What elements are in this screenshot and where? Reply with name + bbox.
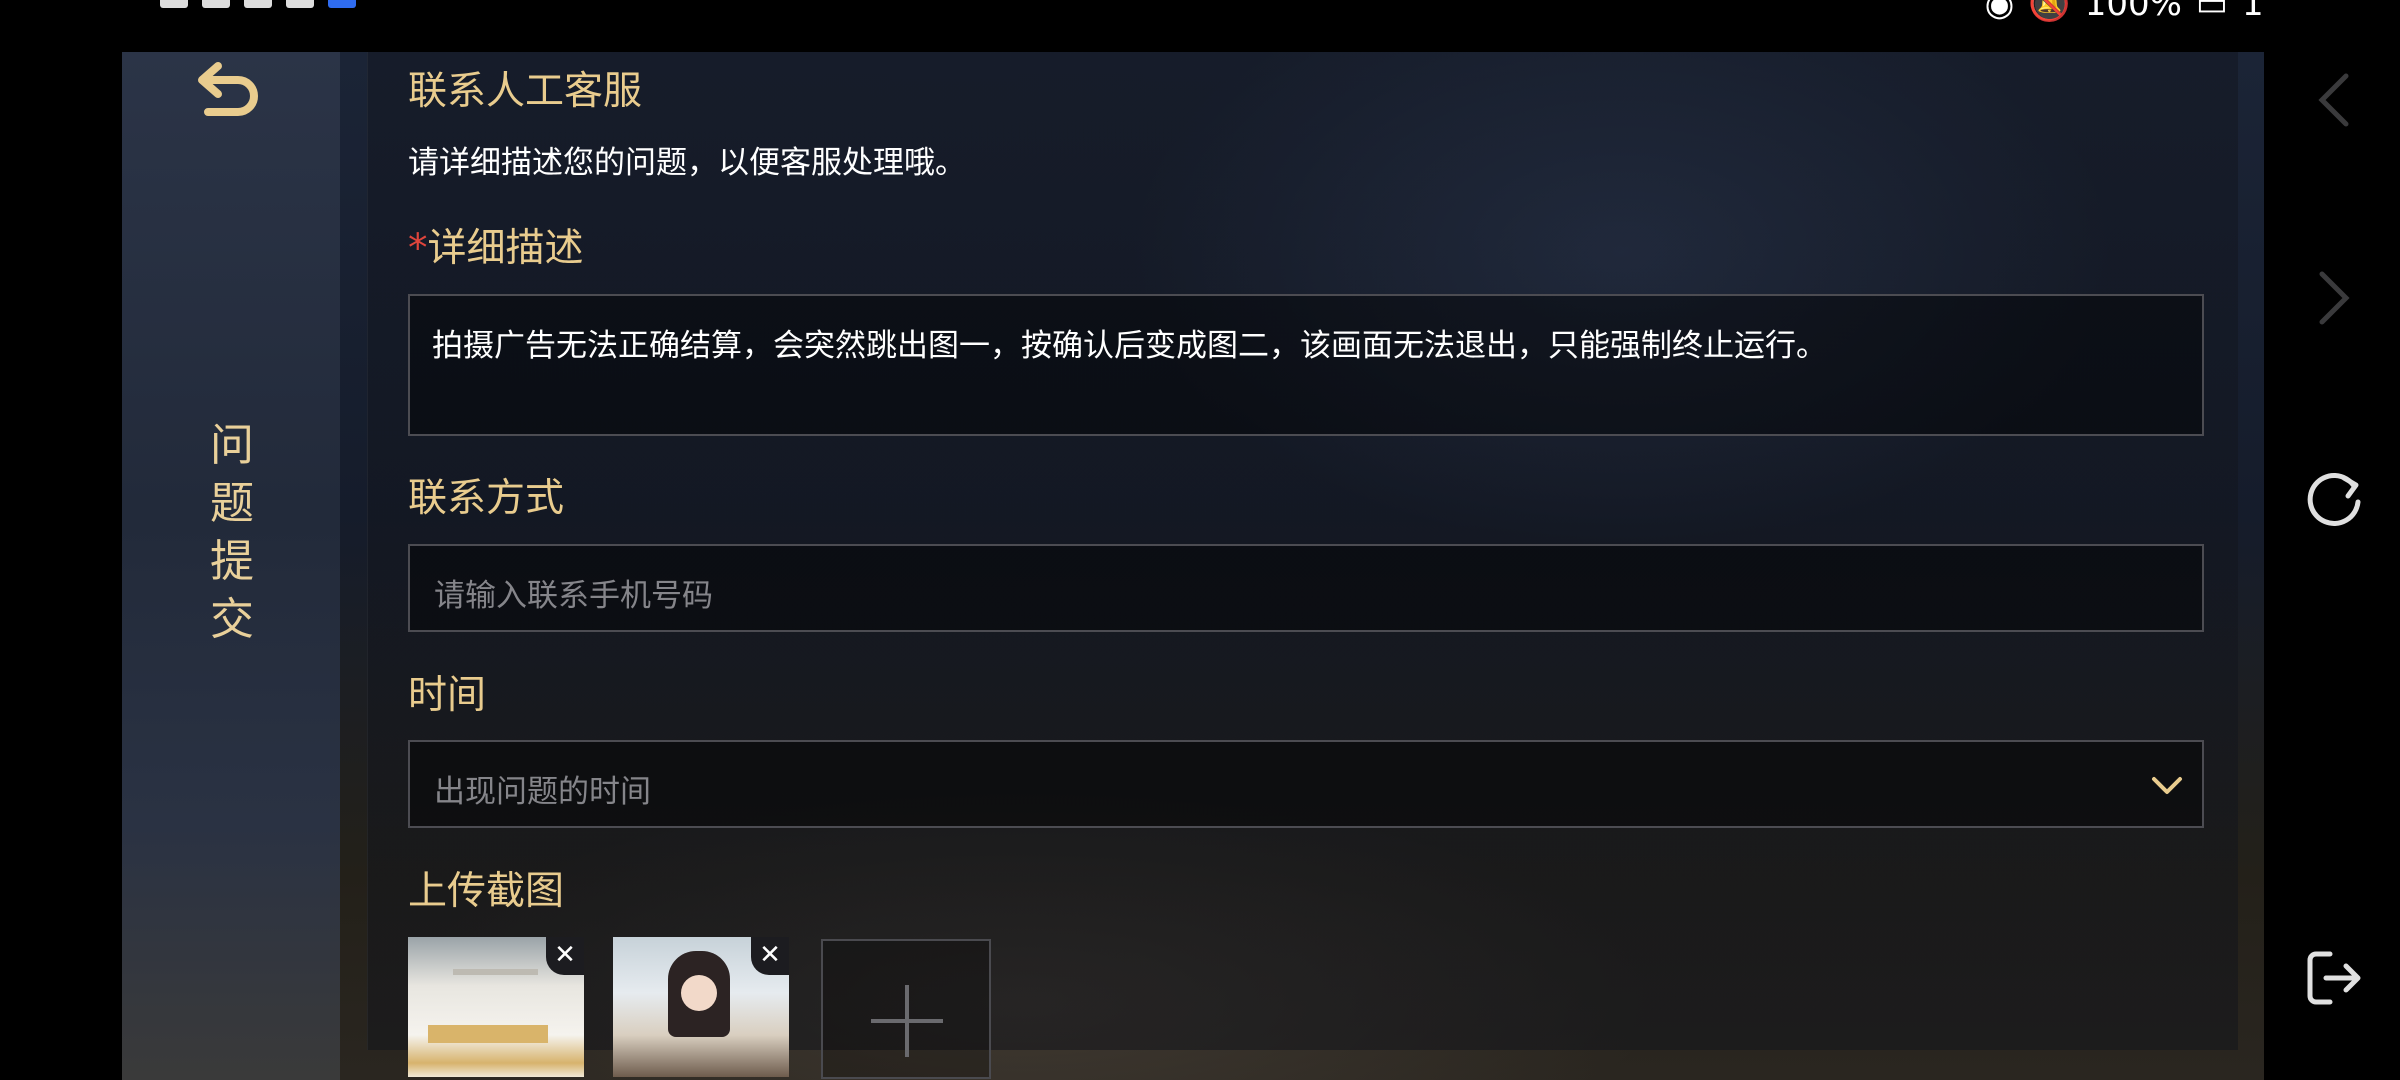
refresh-button[interactable] [2304, 468, 2364, 528]
page-description: 请详细描述您的问题，以便客服处理哦。 [408, 145, 966, 181]
chevron-left-icon [2318, 73, 2349, 127]
badge-icon [328, 0, 356, 8]
remove-screenshot-button[interactable]: ✕ [751, 937, 789, 975]
time-placeholder: 出现问题的时间 [434, 774, 651, 810]
sidebar-title-char: 题 [210, 478, 254, 529]
contact-label: 联系方式 [408, 476, 565, 521]
detail-label-text: 详细描述 [427, 226, 584, 271]
status-icons-left [160, 0, 356, 8]
mute-bell-icon: 🔕 [2028, 0, 2071, 24]
contact-placeholder: 请输入联系手机号码 [434, 578, 713, 614]
chevron-right-icon [2319, 271, 2350, 325]
thumbnail-content [428, 1025, 548, 1043]
form-panel: 联系人工客服 请详细描述您的问题，以便客服处理哦。 *详细描述 拍摄广告无法正确… [367, 52, 2238, 1079]
sidebar-title-char: 问 [210, 420, 254, 471]
battery-icon: ▭ [2195, 0, 2229, 24]
sidebar-title-char: 交 [210, 594, 254, 645]
prev-button[interactable] [2304, 70, 2364, 130]
sidebar-title: 问 题 提 交 [202, 417, 262, 649]
screenshot-thumbnail-2[interactable]: ✕ [613, 937, 789, 1077]
upload-label: 上传截图 [408, 869, 565, 914]
app-window: 问 题 提 交 联系人工客服 请详细描述您的问题，以便客服处理哦。 *详细描述 … [122, 52, 2264, 1080]
sim-icon [160, 0, 188, 8]
exit-button[interactable] [2304, 948, 2364, 1008]
screenshot-thumbnail-1[interactable]: ✕ [408, 937, 584, 1077]
next-button[interactable] [2304, 268, 2364, 328]
battery-percent: 100% [2084, 0, 2182, 24]
page-title: 联系人工客服 [408, 69, 643, 114]
time-label: 时间 [408, 673, 487, 718]
remove-screenshot-button[interactable]: ✕ [546, 937, 584, 975]
eye-icon: ◉ [1984, 0, 2015, 24]
thumbnail-content [681, 975, 717, 1011]
time-select[interactable]: 出现问题的时间 [408, 740, 2204, 828]
app-notification-icon [286, 0, 314, 8]
sidebar: 问 题 提 交 [122, 52, 340, 1080]
refresh-icon [2307, 472, 2361, 526]
contact-phone-input[interactable]: 请输入联系手机号码 [408, 544, 2204, 632]
wifi-icon [244, 0, 272, 8]
plus-icon [905, 985, 909, 1057]
add-screenshot-button[interactable] [821, 939, 991, 1079]
required-mark: * [408, 226, 428, 271]
signal-icon [202, 0, 230, 8]
sidebar-title-char: 提 [210, 536, 254, 587]
detail-value: 拍摄广告无法正确结算，会突然跳出图一，按确认后变成图二，该画面无法退出，只能强制… [432, 328, 1827, 364]
chevron-down-icon [2152, 777, 2182, 794]
back-arrow-icon [198, 62, 258, 116]
detail-label: *详细描述 [408, 217, 584, 273]
exit-icon [2307, 951, 2361, 1005]
side-navigation-bar [2264, 0, 2400, 1080]
back-button[interactable] [192, 52, 272, 132]
detail-textarea[interactable]: 拍摄广告无法正确结算，会突然跳出图一，按确认后变成图二，该画面无法退出，只能强制… [408, 294, 2204, 436]
status-bar: ◉ 🔕 100% ▭ 10:27 [0, 0, 2400, 52]
thumbnail-content [453, 969, 538, 975]
